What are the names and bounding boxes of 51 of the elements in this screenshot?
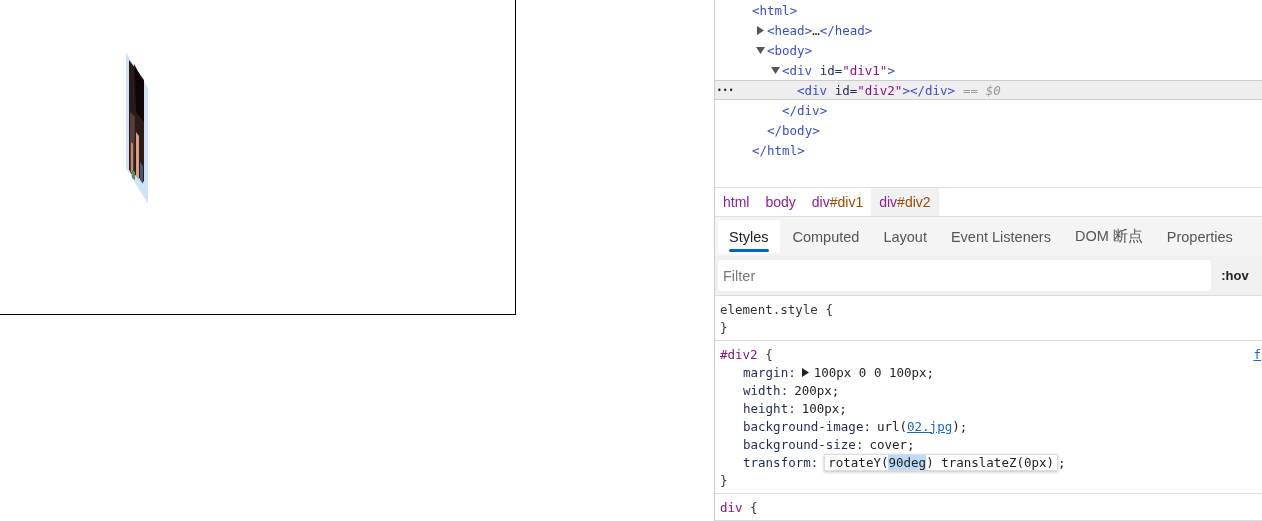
rule-selector: div { [720,499,758,515]
panel-tab[interactable]: Event Listeners [939,219,1062,254]
rule-selector: #div2 { [720,346,773,362]
collapse-triangle-icon[interactable] [756,45,765,55]
element-tag: <html> [752,2,798,18]
source-link[interactable]: f [1253,346,1261,362]
dom-row[interactable]: <head>…</head> [715,20,1262,40]
value-editor[interactable]: rotateY(90deg) translateZ(0px) [824,453,1059,471]
breadcrumb[interactable]: div#div1 [803,188,872,217]
property-name: background-image: [743,418,871,434]
panel-tab[interactable]: Computed [781,219,871,254]
property-name: background-size: [743,436,864,452]
property-value: url(02.jpg); [876,418,968,434]
filter-field[interactable]: Filter [718,260,1211,292]
hov-button[interactable]: :hov [1211,267,1259,285]
closing-brace: } [720,472,728,488]
dom-row[interactable]: <html> [715,0,1262,20]
property-name: margin: [743,364,796,380]
property-name: height: [743,400,796,416]
element-tag: <div id="div2"></div> [797,82,956,98]
property-value: 200px; [794,382,840,398]
breadcrumb[interactable]: body [757,188,804,217]
closing-tag: </html> [752,142,805,158]
expand-triangle-icon[interactable] [801,367,809,377]
panel-tab[interactable]: DOM 断点 [1063,219,1154,254]
semicolon: ; [1058,454,1066,470]
element-tag: <div id="div1"> [782,62,895,78]
file-link[interactable]: 02.jpg [907,418,953,434]
property-name: width: [743,382,789,398]
rule-selector: element.style { [720,301,833,317]
element-tag: <body> [767,42,813,58]
closing-tag: </body> [767,122,820,138]
selected-marker: == $0 [963,82,1001,98]
dom-row[interactable]: <body> [715,40,1262,60]
dom-row[interactable]: ••• <div id="div2"></div> == $0 [715,80,1262,100]
panel-tab[interactable]: Properties [1155,219,1244,254]
closing-tag: </div> [782,102,828,118]
property-name: transform: [743,454,819,470]
expand-triangle-icon[interactable] [756,25,765,35]
breadcrumb[interactable]: html [715,188,758,217]
panel-tab[interactable]: Styles [718,219,780,254]
property-value: 100px 0 0 100px; [813,364,935,380]
dom-row[interactable]: <div id="div1"> [715,60,1262,80]
collapse-triangle-icon[interactable] [771,65,780,75]
closing-brace: } [720,319,728,335]
more-dots[interactable]: ••• [717,85,735,95]
property-value: 100px; [801,400,847,416]
breadcrumb[interactable]: div#div2 [871,188,939,217]
element-tag: <head>…</head> [767,22,873,38]
property-value: cover; [869,436,915,452]
panel-tab[interactable]: Layout [872,219,938,254]
